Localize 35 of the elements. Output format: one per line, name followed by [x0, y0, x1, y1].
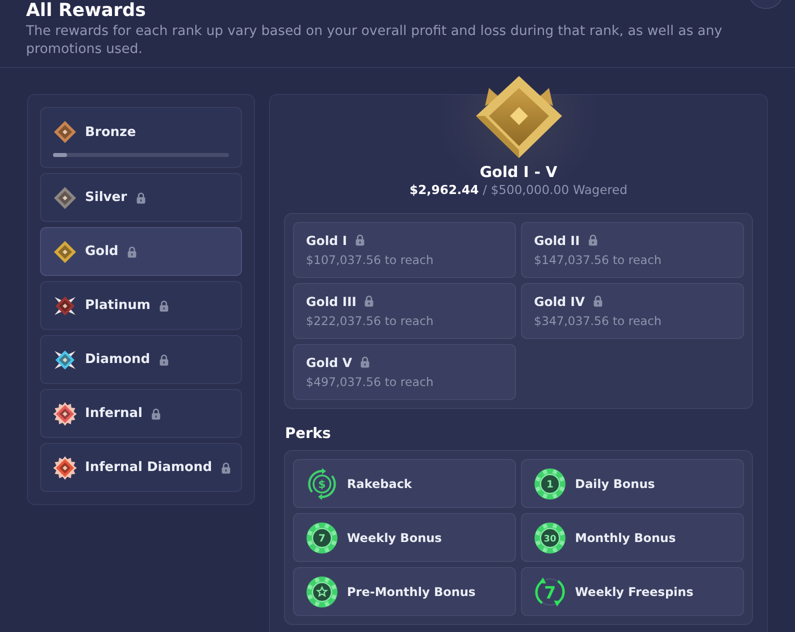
rank-item[interactable]: Diamond [40, 335, 242, 384]
wagered-amount: $2,962.44 [410, 182, 479, 199]
rank-item[interactable]: Silver [40, 173, 242, 222]
perk-label: Weekly Freespins [575, 584, 694, 598]
rank-item[interactable]: Infernal Diamond [40, 443, 242, 492]
chip-icon: 7 [306, 522, 338, 554]
tier-requirement: $347,037.56 to reach [534, 313, 662, 330]
tier-name: Gold V [306, 354, 352, 370]
tier-name: Gold III [306, 294, 356, 308]
rank-title: Gold I - V [480, 162, 558, 182]
tier-requirement: $222,037.56 to reach [306, 313, 434, 330]
tier-requirement: $147,037.56 to reach [534, 252, 662, 269]
perks-heading: Perks [285, 425, 331, 444]
rank-item[interactable]: Platinum [40, 281, 242, 330]
rank-item[interactable]: Gold [40, 227, 242, 276]
page-title: All Rewards [26, 0, 146, 22]
tier-name: Gold II [534, 232, 580, 248]
page-description: The rewards for each rank up vary based on your overall profit and loss during that rank, as well as any promotions used. [26, 23, 724, 59]
perk-label: Rakeback [347, 476, 412, 490]
chip-icon: 1 [534, 468, 566, 500]
rank-item[interactable]: Infernal [40, 389, 242, 438]
star-chip-icon [306, 576, 338, 608]
diamond-badge-icon [476, 76, 562, 158]
tier-name: Gold IV [534, 294, 585, 308]
seven-arrows-icon: 7 [534, 576, 566, 608]
perk-label: Weekly Bonus [347, 530, 442, 544]
wager-target: / $500,000.00 Wagered [482, 182, 628, 199]
perk-label: Daily Bonus [575, 476, 655, 490]
perk-label: Monthly Bonus [575, 530, 676, 544]
tier-requirement: $497,037.56 to reach [306, 374, 434, 391]
tier-requirement: $107,037.56 to reach [306, 252, 434, 269]
chip-icon: 30 [534, 522, 566, 554]
rank-item[interactable]: Bronze [40, 107, 242, 168]
tier-name: Gold I [306, 232, 348, 248]
perk-label: Pre-Monthly Bonus [347, 584, 476, 598]
